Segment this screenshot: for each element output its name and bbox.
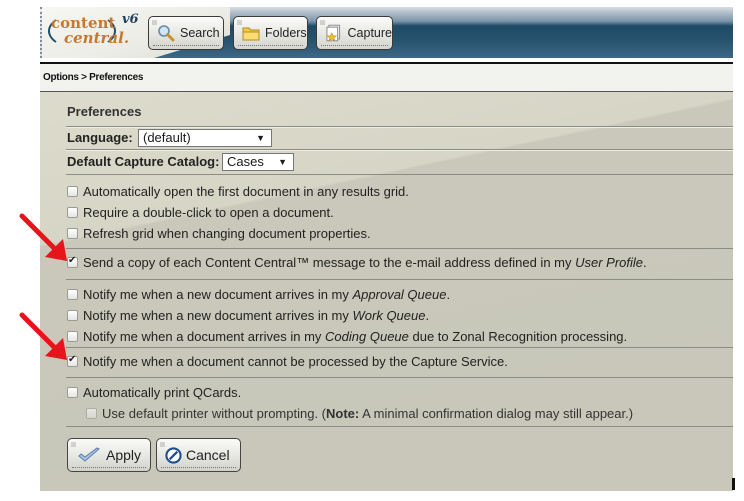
divider (66, 377, 733, 378)
grip-dots (71, 442, 76, 447)
option-refresh-grid: Refresh grid when changing document prop… (67, 226, 371, 241)
option-text: . (446, 287, 451, 302)
grip-dots (160, 442, 165, 447)
option-approval-queue: Notify me when a new document arrives in… (67, 287, 450, 302)
catalog-row: Default Capture Catalog: Cases ▼ (66, 149, 733, 174)
version-label: v6 (122, 12, 139, 27)
folders-button[interactable]: Folders (233, 16, 308, 50)
option-label: Automatically open the first document in… (83, 184, 409, 199)
capture-button-label: Capture (347, 26, 392, 40)
coding-queue-text: Coding Queue (325, 329, 409, 344)
checkbox[interactable] (67, 186, 78, 197)
search-button[interactable]: Search (148, 16, 224, 50)
breadcrumb: Options > Preferences (43, 72, 144, 83)
capture-button[interactable]: Capture (316, 16, 393, 50)
catalog-select-value: Cases (227, 154, 264, 169)
divider (66, 347, 733, 348)
option-text: Use default printer without prompting. ( (102, 406, 326, 421)
cancel-icon (165, 446, 182, 464)
option-label: Notify me when a document arrives in my … (83, 329, 627, 344)
page-title: Preferences (67, 104, 142, 119)
dropdown-arrow-icon: ▼ (256, 133, 265, 143)
app-window: content central. v6 Search Folders Captu… (40, 7, 733, 491)
capture-document-icon (326, 24, 341, 42)
option-default-printer: Use default printer without prompting. (… (86, 406, 633, 421)
checkmark-icon (78, 447, 100, 462)
approval-queue-text: Approval Queue (352, 287, 447, 302)
breadcrumb-bar: Options > Preferences (40, 62, 733, 92)
language-row: Language: (default) ▼ (66, 126, 733, 149)
option-email-copy: Send a copy of each Content Central™ mes… (67, 255, 647, 270)
language-select-value: (default) (143, 130, 191, 145)
magnifier-icon (158, 25, 175, 42)
cancel-button-label: Cancel (186, 447, 230, 463)
language-label: Language: (67, 130, 133, 145)
option-label: Notify me when a new document arrives in… (83, 287, 450, 302)
cancel-button[interactable]: Cancel (156, 438, 241, 472)
folder-icon (242, 27, 260, 41)
catalog-label: Default Capture Catalog: (67, 154, 220, 169)
option-print-qcards: Automatically print QCards. (67, 385, 241, 400)
option-text: Notify me when a new document arrives in… (83, 287, 353, 302)
option-auto-open: Automatically open the first document in… (67, 184, 409, 199)
option-coding-queue: Notify me when a document arrives in my … (67, 329, 627, 344)
checkbox[interactable] (67, 387, 78, 398)
preferences-panel: Preferences Language: (default) ▼ Defaul… (40, 92, 733, 491)
user-profile-text: User Profile (575, 255, 644, 270)
option-text: Notify me when a new document arrives in… (83, 308, 353, 323)
option-text: due to Zonal Recognition processing. (408, 329, 628, 344)
grip-dots (320, 20, 325, 25)
text-cursor-mark (732, 478, 735, 490)
checkbox[interactable] (67, 289, 78, 300)
logo-text-central: central. (64, 29, 130, 47)
work-queue-text: Work Queue (352, 308, 426, 323)
option-work-queue: Notify me when a new document arrives in… (67, 308, 429, 323)
option-label: Automatically print QCards. (83, 385, 242, 400)
dropdown-arrow-icon: ▼ (278, 157, 287, 167)
option-label: Send a copy of each Content Central™ mes… (83, 255, 647, 270)
option-text: Notify me when a document arrives in my (83, 329, 326, 344)
annotation-arrow-1 (19, 213, 67, 261)
checkbox-disabled[interactable] (86, 408, 97, 419)
divider (66, 279, 733, 280)
option-label: Use default printer without prompting. (… (102, 406, 633, 421)
option-double-click: Require a double-click to open a documen… (67, 205, 334, 220)
apply-button[interactable]: Apply (67, 438, 151, 472)
divider (66, 174, 733, 175)
language-select[interactable]: (default) ▼ (138, 129, 272, 147)
folders-button-label: Folders (265, 26, 307, 40)
top-header: content central. v6 Search Folders Captu… (40, 7, 733, 58)
divider (66, 426, 733, 427)
search-button-label: Search (180, 26, 220, 40)
annotation-arrow-2 (19, 312, 67, 360)
option-label: Notify me when a document cannot be proc… (83, 354, 508, 369)
note-label: Note: (326, 406, 360, 421)
option-text: . (425, 308, 430, 323)
option-text: A minimal confirmation dialog may still … (359, 406, 634, 421)
option-text: Send a copy of each Content Central™ mes… (83, 255, 576, 270)
divider (66, 248, 733, 249)
option-label: Require a double-click to open a documen… (83, 205, 334, 220)
option-text: . (643, 255, 647, 270)
catalog-select[interactable]: Cases ▼ (222, 153, 294, 171)
option-label: Refresh grid when changing document prop… (83, 226, 371, 241)
option-capture-service: Notify me when a document cannot be proc… (67, 354, 508, 369)
option-label: Notify me when a new document arrives in… (83, 308, 429, 323)
grip-dots (237, 20, 242, 25)
apply-button-label: Apply (106, 447, 142, 463)
grip-dots (152, 20, 157, 25)
